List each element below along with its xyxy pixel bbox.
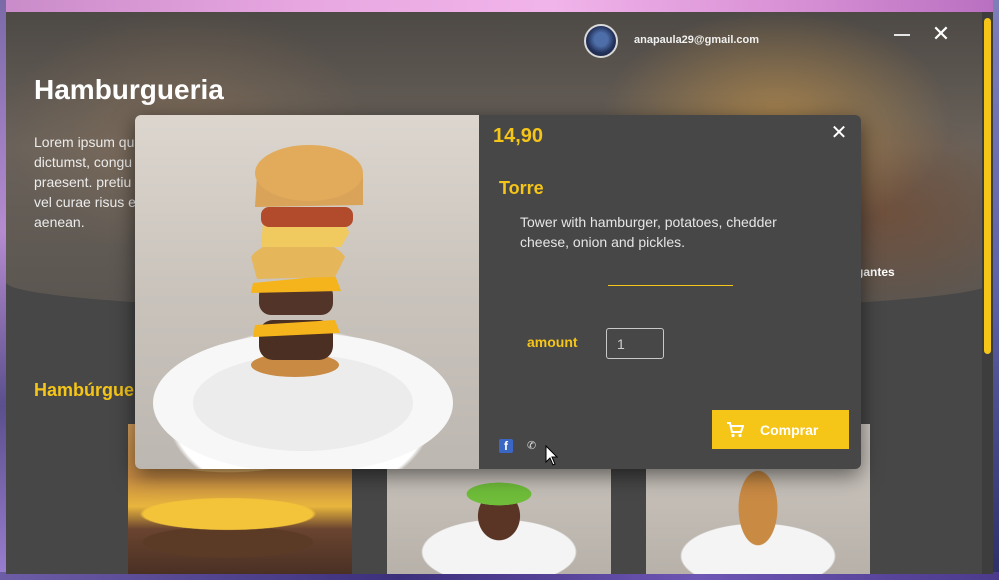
divider xyxy=(608,285,733,286)
burger-illustration xyxy=(153,145,453,469)
avatar[interactable] xyxy=(584,24,618,58)
product-modal: 14,90 ✕ Torre Tower with hamburger, pota… xyxy=(135,115,861,469)
amount-label: amount xyxy=(527,334,578,350)
user-email: anapaula29@gmail.com xyxy=(634,34,760,46)
cart-icon xyxy=(727,421,744,437)
facebook-icon[interactable]: f xyxy=(499,439,513,453)
product-details: 14,90 ✕ Torre Tower with hamburger, pota… xyxy=(479,115,861,469)
mouse-cursor-icon xyxy=(545,445,559,466)
minimize-button[interactable] xyxy=(894,34,910,36)
product-price: 14,90 xyxy=(493,125,544,147)
buy-button-label: Comprar xyxy=(760,421,819,438)
buy-button[interactable]: Comprar xyxy=(712,410,849,449)
phone-icon[interactable]: ✆ xyxy=(527,439,541,453)
window-close-button[interactable]: ✕ xyxy=(930,24,952,46)
product-description: Tower with hamburger, potatoes, chedder … xyxy=(520,214,777,250)
product-image xyxy=(135,115,479,469)
page-title: Hamburgueria xyxy=(34,74,224,105)
quantity-input[interactable] xyxy=(606,328,664,359)
scrollbar-thumb[interactable] xyxy=(984,18,991,354)
section-heading: Hambúrgue xyxy=(34,380,135,400)
close-icon[interactable]: ✕ xyxy=(829,121,849,143)
scrollbar[interactable] xyxy=(982,12,993,574)
product-name: Torre xyxy=(499,178,544,198)
desktop-background-right xyxy=(993,0,999,580)
hero-caption: gantes xyxy=(856,265,895,279)
